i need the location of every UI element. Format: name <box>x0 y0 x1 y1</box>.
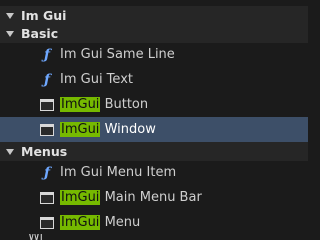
list-item-main-menu-bar[interactable]: ImGui Main Menu Bar <box>0 185 308 210</box>
expand-arrow-icon[interactable] <box>6 12 14 19</box>
category-label: Basic <box>21 26 59 41</box>
category-menus[interactable]: Menus <box>0 142 308 161</box>
category-label: Menus <box>21 144 68 159</box>
search-highlight: ImGui <box>60 215 101 230</box>
item-label: Button <box>100 97 149 112</box>
item-label: Im Gui Text <box>60 72 133 87</box>
function-icon: ƒ <box>43 164 51 181</box>
category-label: Wi <box>28 234 43 240</box>
item-label: Im Gui Menu Item <box>60 165 177 180</box>
list-item-button[interactable]: ImGui Button <box>0 92 308 117</box>
node-icon <box>40 191 54 204</box>
list-item-menu[interactable]: ImGui Menu <box>0 210 308 235</box>
item-label: Menu <box>100 215 141 230</box>
list-item-menu-item[interactable]: ƒ Im Gui Menu Item <box>0 160 308 185</box>
item-label: Main Menu Bar <box>100 190 202 205</box>
search-highlight: ImGui <box>60 190 101 205</box>
list-item-text[interactable]: ƒ Im Gui Text <box>0 67 308 92</box>
category-label: Im Gui <box>21 8 67 23</box>
node-icon <box>40 98 54 111</box>
function-icon: ƒ <box>43 71 51 88</box>
category-basic[interactable]: Basic <box>0 24 308 43</box>
expand-arrow-icon[interactable] <box>6 148 14 155</box>
node-icon <box>40 123 54 136</box>
category-im-gui[interactable]: Im Gui <box>0 6 308 25</box>
expand-arrow-icon[interactable] <box>6 30 14 37</box>
category-partial: Wi <box>28 234 58 240</box>
item-label: Window <box>100 122 156 137</box>
node-icon <box>40 216 54 229</box>
search-highlight: ImGui <box>60 122 101 137</box>
search-highlight: ImGui <box>60 97 101 112</box>
list-item-same-line[interactable]: ƒ Im Gui Same Line <box>0 42 308 67</box>
action-menu-panel: Im Gui Basic ƒ Im Gui Same Line ƒ Im Gui… <box>0 0 308 240</box>
function-icon: ƒ <box>43 46 51 63</box>
item-label: Im Gui Same Line <box>60 47 175 62</box>
list-item-window[interactable]: ImGui Window <box>0 117 308 142</box>
